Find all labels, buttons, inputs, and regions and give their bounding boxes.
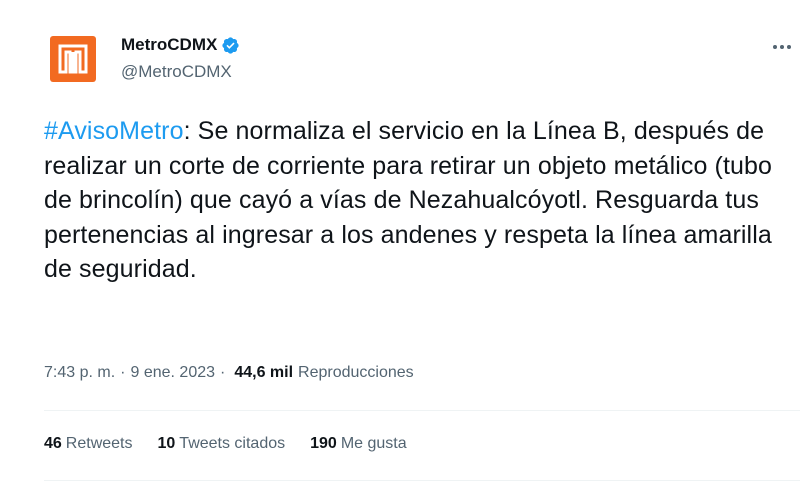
verified-badge-icon bbox=[222, 36, 239, 54]
meta-separator: · bbox=[220, 364, 226, 381]
likes-label: Me gusta bbox=[340, 435, 407, 452]
retweets-label: Retweets bbox=[65, 435, 133, 452]
divider bbox=[44, 410, 800, 411]
author-name-row: MetroCDMX bbox=[121, 35, 240, 55]
likes-stat[interactable]: 190 Me gusta bbox=[310, 435, 407, 453]
quotes-count: 10 bbox=[157, 435, 176, 452]
tweet-stats: 46 Retweets 10 Tweets citados 190 Me gusta bbox=[44, 435, 432, 453]
retweets-count: 46 bbox=[44, 435, 62, 452]
tweet-meta: 7:43 p. m. · 9 ene. 2023 · 44,6 mil Repr… bbox=[44, 364, 414, 382]
tweet-time[interactable]: 7:43 p. m. bbox=[44, 364, 115, 382]
divider bbox=[44, 480, 800, 481]
tweet-card: MetroCDMX @MetroCDMX #AvisoMetro: Se nor… bbox=[0, 0, 800, 489]
more-options-icon[interactable] bbox=[770, 37, 794, 57]
views-count: 44,6 mil bbox=[234, 364, 294, 381]
views-label: Reproducciones bbox=[298, 364, 414, 381]
retweets-stat[interactable]: 46 Retweets bbox=[44, 435, 133, 453]
quotes-label: Tweets citados bbox=[179, 435, 286, 452]
hashtag-link[interactable]: #AvisoMetro bbox=[44, 117, 184, 145]
author-handle[interactable]: @MetroCDMX bbox=[121, 62, 232, 82]
tweet-date[interactable]: 9 ene. 2023 bbox=[130, 364, 215, 382]
likes-count: 190 bbox=[310, 435, 337, 452]
author-display-name[interactable]: MetroCDMX bbox=[121, 35, 217, 55]
metro-cdmx-logo-icon bbox=[58, 44, 88, 74]
avatar[interactable] bbox=[50, 36, 96, 82]
quotes-stat[interactable]: 10 Tweets citados bbox=[158, 435, 286, 453]
meta-separator: · bbox=[120, 364, 126, 381]
tweet-text: #AvisoMetro: Se normaliza el servicio en… bbox=[44, 114, 779, 287]
